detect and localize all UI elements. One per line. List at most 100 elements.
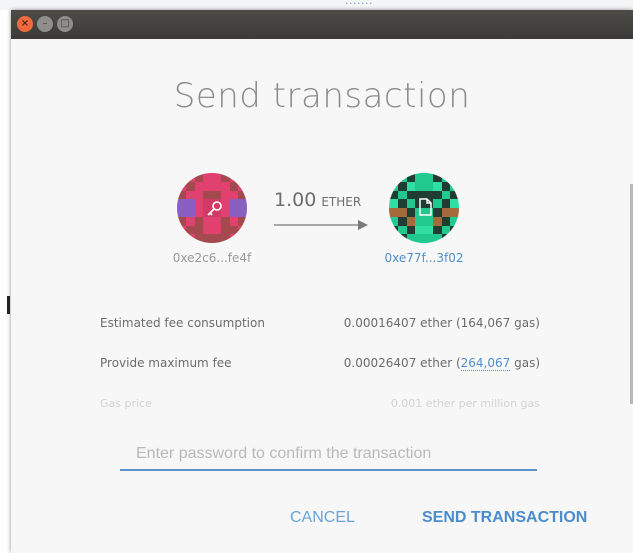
identicon-cell: [229, 225, 239, 235]
maximum-fee-value: 0.00026407 ether (264,067 gas): [343, 356, 540, 371]
window-edge-mark: [7, 296, 10, 314]
identicon-cell: [177, 216, 186, 226]
identicon-cell: [177, 225, 186, 235]
identicon-cell: [229, 234, 239, 243]
identicon-cell: [212, 234, 221, 243]
identicon-cell: [194, 199, 204, 208]
identicon-cell: [238, 173, 247, 182]
identicon-cell: [194, 225, 204, 235]
identicon-cell: [389, 234, 398, 243]
amount-value: 1.00: [274, 189, 317, 211]
send-transaction-window: × – □ Send transaction 0xe2c6...fe4f 1.0…: [11, 10, 633, 553]
identicon-cell: [432, 225, 442, 235]
identicon-cell: [238, 190, 247, 200]
identicon-cell: [406, 173, 416, 182]
identicon-cell: [397, 181, 407, 191]
identicon-cell: [441, 190, 451, 200]
identicon-cell: [177, 199, 186, 208]
identicon-cell: [229, 216, 239, 226]
identicon-cell: [185, 173, 195, 182]
gas-price-value: 0.001 ether per million gas: [390, 397, 540, 410]
minimize-window-icon[interactable]: –: [37, 16, 53, 32]
identicon-cell: [450, 199, 459, 208]
maximum-fee-label: Provide maximum fee: [100, 356, 232, 370]
identicon-cell: [194, 181, 204, 191]
identicon-cell: [238, 208, 247, 217]
background-window-text: ·······: [345, 0, 373, 10]
identicon-cell: [229, 199, 239, 208]
gas-limit-link[interactable]: 264,067: [460, 356, 511, 371]
identicon-cell: [397, 208, 407, 217]
identicon-cell: [441, 234, 451, 243]
identicon-cell: [203, 173, 212, 182]
identicon-cell: [203, 225, 212, 235]
identicon-cell: [441, 181, 451, 191]
identicon-cell: [177, 234, 186, 243]
identicon-cell: [450, 208, 459, 217]
identicon-cell: [194, 190, 204, 200]
identicon-cell: [397, 216, 407, 226]
identicon-cell: [220, 234, 230, 243]
identicon-cell: [441, 208, 451, 217]
to-address[interactable]: 0xe77f...3f02: [364, 251, 484, 265]
cancel-button[interactable]: CANCEL: [290, 509, 355, 527]
identicon-cell: [238, 216, 247, 226]
identicon-cell: [389, 190, 398, 200]
estimated-fee-value: 0.00016407 ether (164,067 gas): [343, 316, 540, 330]
identicon-cell: [450, 234, 459, 243]
close-window-icon[interactable]: ×: [17, 16, 33, 32]
identicon-cell: [450, 216, 459, 226]
background-window-strip: ·······: [0, 0, 633, 10]
identicon-cell: [389, 181, 398, 191]
identicon-cell: [424, 234, 433, 243]
identicon-cell: [220, 173, 230, 182]
transfer-amount: 1.00 ETHER: [274, 189, 361, 211]
identicon-cell: [177, 181, 186, 191]
identicon-cell: [185, 225, 195, 235]
identicon-cell: [441, 216, 451, 226]
identicon-cell: [212, 181, 221, 191]
identicon-cell: [432, 234, 442, 243]
identicon-cell: [441, 173, 451, 182]
identicon-cell: [424, 225, 433, 235]
identicon-cell: [212, 225, 221, 235]
identicon-cell: [389, 199, 398, 208]
identicon-cell: [450, 181, 459, 191]
identicon-cell: [229, 181, 239, 191]
identicon-cell: [441, 199, 451, 208]
maximum-fee-prefix: 0.00026407 ether (: [343, 356, 461, 370]
identicon-cell: [415, 234, 424, 243]
identicon-cell: [194, 208, 204, 217]
send-transaction-button[interactable]: SEND TRANSACTION: [422, 509, 587, 527]
identicon-cell: [185, 216, 195, 226]
identicon-cell: [415, 225, 424, 235]
maximize-window-icon[interactable]: □: [57, 16, 73, 32]
identicon-cell: [185, 181, 195, 191]
identicon-cell: [424, 173, 433, 182]
maximum-fee-suffix: gas): [510, 356, 540, 370]
identicon-cell: [203, 234, 212, 243]
gas-price-label: Gas price: [100, 397, 152, 410]
identicon-cell: [238, 225, 247, 235]
identicon-cell: [194, 216, 204, 226]
identicon-cell: [397, 199, 407, 208]
identicon-cell: [406, 234, 416, 243]
identicon-cell: [185, 234, 195, 243]
identicon-cell: [177, 173, 186, 182]
password-input[interactable]: [120, 439, 537, 471]
identicon-cell: [406, 181, 416, 191]
identicon-cell: [177, 208, 186, 217]
identicon-cell: [415, 181, 424, 191]
identicon-cell: [389, 208, 398, 217]
identicon-cell: [450, 173, 459, 182]
identicon-cell: [238, 199, 247, 208]
identicon-cell: [220, 225, 230, 235]
identicon-cell: [397, 190, 407, 200]
window-titlebar[interactable]: × – □: [11, 10, 633, 39]
identicon-cell: [220, 190, 230, 200]
identicon-cell: [406, 225, 416, 235]
identicon-cell: [432, 173, 442, 182]
identicon-cell: [185, 190, 195, 200]
amount-unit: ETHER: [321, 195, 362, 209]
identicon-cell: [185, 199, 195, 208]
